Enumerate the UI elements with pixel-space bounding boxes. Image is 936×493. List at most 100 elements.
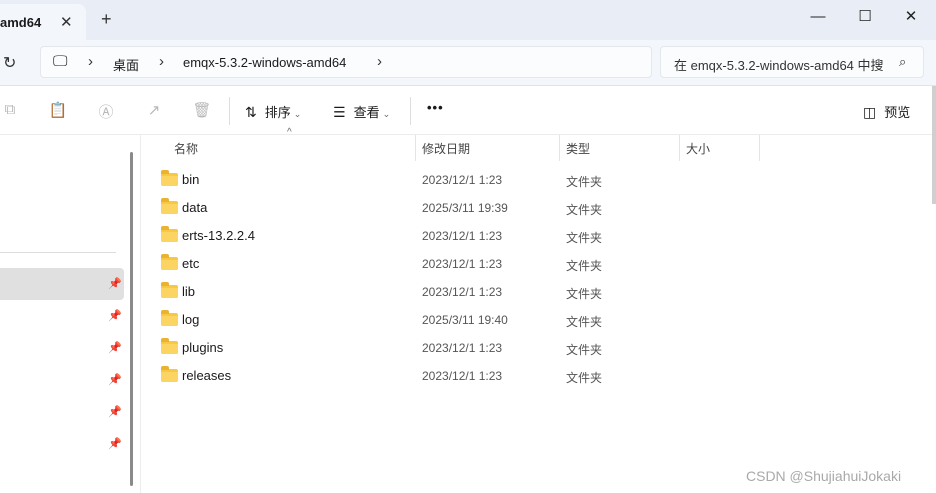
sort-label: 排序 — [264, 105, 291, 120]
breadcrumb-desktop[interactable]: 桌面 — [113, 55, 139, 74]
tab-title: amd64 — [0, 15, 42, 30]
column-divider[interactable] — [759, 135, 760, 161]
file-type: 文件夹 — [566, 175, 603, 189]
file-name[interactable]: releases — [182, 368, 231, 383]
column-divider[interactable] — [679, 135, 680, 161]
new-tab-button[interactable]: + — [101, 9, 112, 30]
file-row[interactable]: erts-13.2.2.4 2023/12/1 1:23 文件夹 — [158, 221, 758, 249]
sort-icon: ⇅ — [245, 104, 257, 120]
sidebar-item-pinned-3[interactable]: 📌 — [0, 332, 124, 364]
folder-icon — [161, 310, 178, 326]
file-row[interactable]: releases 2023/12/1 1:23 文件夹 — [158, 361, 758, 389]
column-header-type[interactable]: 类型 — [566, 140, 590, 157]
file-modified-date: 2023/12/1 1:23 — [422, 369, 503, 383]
maximize-button[interactable]: ☐ — [842, 0, 888, 32]
paste-icon[interactable]: 📋 — [48, 101, 68, 121]
file-modified-date: 2023/12/1 1:23 — [422, 257, 503, 271]
computer-icon[interactable]: 🖵 — [53, 53, 67, 70]
file-type: 文件夹 — [566, 287, 603, 301]
column-divider[interactable] — [559, 135, 560, 161]
window-edge — [932, 86, 936, 204]
more-options-button[interactable]: ••• — [427, 100, 444, 115]
folder-icon — [161, 254, 178, 270]
minimize-button[interactable]: — — [795, 0, 841, 32]
column-header-date[interactable]: 修改日期 — [422, 140, 470, 157]
sidebar-item-pinned-1[interactable]: 📌 — [0, 268, 124, 300]
refresh-icon[interactable]: ↻ — [3, 53, 16, 73]
folder-icon — [161, 226, 178, 242]
pane-divider[interactable] — [140, 135, 141, 493]
chevron-down-icon: ⌄ — [293, 109, 302, 119]
pin-icon: 📌 — [108, 310, 122, 322]
folder-icon — [161, 282, 178, 298]
title-bar: amd64 ✕ + — ☐ ✕ — [0, 0, 936, 40]
sort-ascending-icon: ^ — [287, 127, 292, 138]
folder-icon — [161, 366, 178, 382]
view-button[interactable]: ☰ 查看 ⌄ — [333, 102, 390, 121]
preview-button[interactable]: ◫ 预览 — [863, 102, 910, 121]
pin-icon: 📌 — [108, 438, 122, 450]
chevron-right-icon[interactable]: › — [377, 53, 382, 70]
address-bar[interactable]: 🖵 › 桌面 › emqx-5.3.2-windows-amd64 › — [40, 46, 652, 78]
file-modified-date: 2023/12/1 1:23 — [422, 285, 503, 299]
sidebar-item-pinned-4[interactable]: 📌 — [0, 364, 124, 396]
sidebar-item-pinned-6[interactable]: 📌 — [0, 428, 124, 460]
file-name[interactable]: etc — [182, 256, 199, 271]
file-row[interactable]: data 2025/3/11 19:39 文件夹 — [158, 193, 758, 221]
file-row[interactable]: log 2025/3/11 19:40 文件夹 — [158, 305, 758, 333]
copy-icon[interactable]: ⧉ — [0, 101, 20, 121]
pin-icon: 📌 — [108, 374, 122, 386]
command-bar: ⧉ 📋 Ⓐ ↗ 🗑 ⇅ 排序 ⌄ ☰ 查看 ⌄ ••• ◫ 预览 — [0, 87, 936, 135]
file-row[interactable]: plugins 2023/12/1 1:23 文件夹 — [158, 333, 758, 361]
file-type: 文件夹 — [566, 315, 603, 329]
column-divider[interactable] — [415, 135, 416, 161]
sidebar-item-pinned-2[interactable]: 📌 — [0, 300, 124, 332]
preview-label: 预览 — [884, 105, 911, 120]
folder-icon — [161, 198, 178, 214]
rename-icon[interactable]: Ⓐ — [96, 101, 116, 121]
preview-pane-icon: ◫ — [863, 104, 877, 120]
share-icon[interactable]: ↗ — [144, 101, 164, 121]
chevron-right-icon[interactable]: › — [159, 53, 164, 70]
file-name[interactable]: log — [182, 312, 199, 327]
file-modified-date: 2023/12/1 1:23 — [422, 173, 503, 187]
file-name[interactable]: bin — [182, 172, 199, 187]
file-type: 文件夹 — [566, 343, 603, 357]
pin-icon: 📌 — [108, 406, 122, 418]
folder-icon — [161, 338, 178, 354]
search-placeholder: 在 emqx-5.3.2-windows-amd64 中搜索 — [674, 58, 884, 73]
search-icon[interactable]: ⌕ — [899, 54, 906, 70]
file-name[interactable]: erts-13.2.2.4 — [182, 228, 255, 243]
chevron-right-icon[interactable]: › — [88, 53, 93, 70]
column-header-name[interactable]: 名称 — [174, 140, 198, 157]
file-row[interactable]: lib 2023/12/1 1:23 文件夹 — [158, 277, 758, 305]
tab-current-folder[interactable]: amd64 ✕ — [0, 4, 86, 40]
toolbar-divider — [410, 97, 411, 125]
file-modified-date: 2023/12/1 1:23 — [422, 341, 503, 355]
column-header-size[interactable]: 大小 — [686, 140, 710, 157]
sort-button[interactable]: ⇅ 排序 ⌄ — [245, 102, 301, 121]
close-window-button[interactable]: ✕ — [888, 0, 934, 32]
file-type: 文件夹 — [566, 203, 603, 217]
search-input[interactable]: 在 emqx-5.3.2-windows-amd64 中搜索 ⌕ — [660, 46, 924, 78]
sidebar-item-pinned-5[interactable]: 📌 — [0, 396, 124, 428]
file-modified-date: 2025/3/11 19:40 — [422, 313, 508, 327]
folder-icon — [161, 170, 178, 186]
file-row[interactable]: etc 2023/12/1 1:23 文件夹 — [158, 249, 758, 277]
sidebar-scrollbar[interactable] — [130, 152, 133, 486]
address-row: ↻ 🖵 › 桌面 › emqx-5.3.2-windows-amd64 › 在 … — [0, 40, 936, 86]
file-name[interactable]: lib — [182, 284, 195, 299]
pin-icon: 📌 — [108, 342, 122, 354]
delete-icon[interactable]: 🗑 — [192, 101, 212, 121]
toolbar-divider — [229, 97, 230, 125]
view-icon: ☰ — [333, 104, 346, 120]
chevron-down-icon: ⌄ — [382, 109, 391, 119]
tab-close-icon[interactable]: ✕ — [60, 13, 73, 31]
file-name[interactable]: plugins — [182, 340, 223, 355]
breadcrumb-emqx-folder[interactable]: emqx-5.3.2-windows-amd64 — [183, 55, 346, 70]
file-row[interactable]: bin 2023/12/1 1:23 文件夹 — [158, 165, 758, 193]
sidebar-divider — [0, 252, 116, 253]
view-label: 查看 — [353, 105, 380, 120]
file-type: 文件夹 — [566, 231, 603, 245]
file-name[interactable]: data — [182, 200, 207, 215]
